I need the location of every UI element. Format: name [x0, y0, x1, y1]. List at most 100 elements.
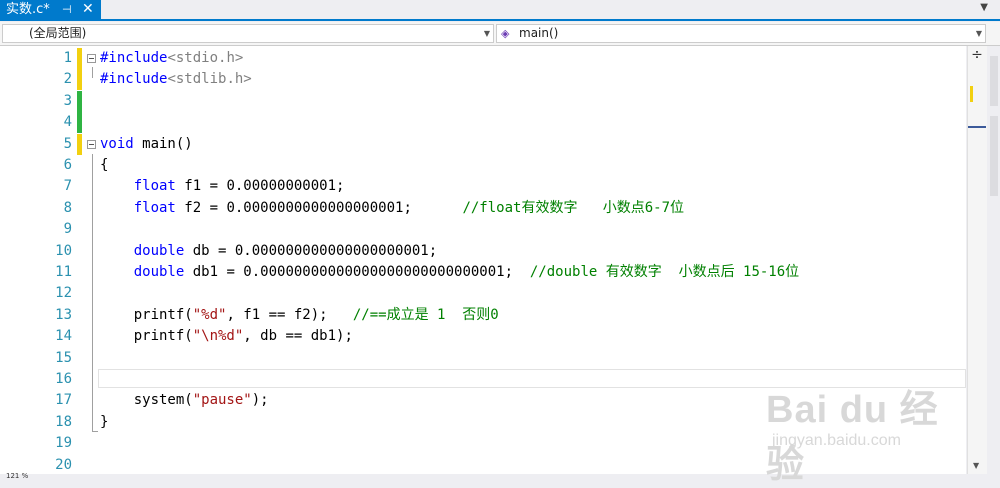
- navigation-bar: (全局范围) ▼ ◈ main() ▼: [0, 22, 1000, 46]
- code-token: double: [133, 264, 185, 280]
- line-number: 5: [63, 135, 72, 152]
- code-token: <stdio.h>: [167, 50, 244, 66]
- line-number: 11: [55, 264, 72, 280]
- pin-icon[interactable]: ⊣: [62, 0, 72, 19]
- code-line[interactable]: 5 void main(): [0, 133, 966, 155]
- code-token: //==成立是 1 否则0: [352, 306, 499, 323]
- code-token: f1 = 0.00000000001;: [175, 178, 345, 195]
- code-line[interactable]: 15: [0, 348, 966, 369]
- panel-strip: [990, 116, 998, 196]
- line-number: 4: [63, 114, 72, 131]
- code-line[interactable]: 4: [0, 112, 966, 134]
- code-line[interactable]: 14 printf("\n%d", db == db1);: [0, 326, 966, 347]
- collapse-icon[interactable]: [87, 54, 96, 63]
- code-token: );: [251, 392, 269, 409]
- scope-dropdown[interactable]: (全局范围) ▼: [2, 24, 494, 43]
- line-number: 14: [55, 328, 72, 345]
- chevron-down-icon: ▼: [975, 29, 982, 38]
- code-line[interactable]: 7 float f1 = 0.00000000001;: [0, 176, 966, 197]
- line-number: 15: [55, 349, 72, 366]
- status-area: 121 %: [0, 472, 1000, 480]
- line-number: 18: [55, 413, 72, 430]
- line-number: 1: [63, 50, 72, 66]
- function-icon: ◈: [501, 27, 510, 40]
- code-line[interactable]: 19: [0, 433, 966, 454]
- member-dropdown[interactable]: ◈ main() ▼: [496, 24, 986, 43]
- code-token: printf(: [100, 328, 193, 345]
- line-number: 16: [55, 371, 72, 387]
- scroll-thumb[interactable]: [968, 126, 986, 128]
- code-line[interactable]: 10 double db = 0.000000000000000000001;: [0, 241, 966, 262]
- line-number: 12: [55, 285, 72, 302]
- code-line[interactable]: 17 system("pause");: [0, 390, 966, 411]
- code-line[interactable]: 6{: [0, 155, 966, 176]
- vertical-scrollbar[interactable]: ÷ ▼: [967, 46, 987, 474]
- code-text: system("pause");: [100, 390, 269, 411]
- code-token: , db == db1);: [243, 328, 353, 345]
- code-line[interactable]: 8 float f2 = 0.0000000000000000001; //fl…: [0, 198, 966, 219]
- code-editor[interactable]: 1 #include<stdio.h> 2 #include<stdlib.h> 3 4 5…: [0, 46, 966, 474]
- code-line[interactable]: 3: [0, 90, 966, 112]
- code-token: main(): [133, 135, 193, 152]
- code-text: double db1 = 0.0000000000000000000000000…: [100, 262, 799, 283]
- code-line[interactable]: 16: [0, 369, 966, 390]
- code-text: #include<stdlib.h>: [100, 69, 252, 90]
- code-text: #include<stdio.h>: [100, 48, 243, 69]
- code-line[interactable]: 18}: [0, 412, 966, 433]
- code-line[interactable]: 2 #include<stdlib.h>: [0, 69, 966, 91]
- code-token: #include: [100, 50, 168, 66]
- code-text: printf("%d", f1 == f2); //==成立是 1 否则0: [100, 305, 499, 326]
- collapse-icon[interactable]: [87, 139, 96, 149]
- code-token: }: [100, 413, 109, 430]
- change-marker: [77, 69, 82, 91]
- line-number: 9: [63, 221, 72, 238]
- code-text: printf("\n%d", db == db1);: [100, 326, 353, 347]
- change-marker: [77, 48, 82, 69]
- code-token: "\n%d": [192, 328, 244, 345]
- code-token: <stdlib.h>: [167, 71, 252, 88]
- code-line[interactable]: 12: [0, 283, 966, 304]
- code-line[interactable]: 13 printf("%d", f1 == f2); //==成立是 1 否则0: [0, 305, 966, 326]
- tab-dropdown-icon[interactable]: ▼: [980, 2, 988, 13]
- document-tab[interactable]: 实数.c* ⊣ ✕: [0, 0, 101, 19]
- code-token: float: [133, 178, 176, 195]
- line-number: 3: [63, 92, 72, 109]
- split-window-icon[interactable]: ÷: [970, 48, 984, 64]
- code-line[interactable]: 20: [0, 455, 966, 474]
- code-token: float: [133, 199, 176, 216]
- code-text: }: [100, 412, 108, 433]
- side-panel-edge: [988, 46, 1000, 474]
- code-token: db1 = 0.00000000000000000000000000001;: [184, 264, 530, 280]
- code-token: "%d": [192, 306, 227, 323]
- code-line[interactable]: 9: [0, 219, 966, 240]
- scope-label: (全局范围): [29, 26, 87, 40]
- line-number: 19: [55, 435, 72, 452]
- code-token: , f1 == f2);: [226, 306, 353, 323]
- scroll-down-icon[interactable]: ▼: [973, 461, 979, 470]
- code-token: system(: [100, 392, 193, 409]
- close-icon[interactable]: ✕: [82, 0, 94, 19]
- code-text: double db = 0.000000000000000000001;: [100, 241, 437, 262]
- code-line[interactable]: 11 double db1 = 0.0000000000000000000000…: [0, 262, 966, 283]
- code-token: void: [100, 135, 134, 152]
- code-token: printf(: [100, 306, 193, 323]
- change-marker: [77, 90, 82, 112]
- code-token: f2 = 0.0000000000000000001;: [175, 199, 463, 216]
- line-number: 6: [63, 157, 72, 173]
- line-number: 17: [55, 392, 72, 409]
- chevron-down-icon: ▼: [483, 29, 490, 38]
- code-text: float f2 = 0.0000000000000000001; //floa…: [100, 198, 684, 219]
- line-number: 10: [55, 242, 72, 259]
- line-number: 2: [63, 71, 72, 88]
- code-line[interactable]: 1 #include<stdio.h>: [0, 48, 966, 69]
- code-text: float f1 = 0.00000000001;: [100, 176, 345, 197]
- line-number: 7: [63, 178, 72, 195]
- line-number: 8: [63, 199, 72, 216]
- document-tab-bar: 实数.c* ⊣ ✕ ▼: [0, 0, 1000, 21]
- member-label: main(): [519, 26, 559, 40]
- code-text: void main(): [100, 134, 193, 155]
